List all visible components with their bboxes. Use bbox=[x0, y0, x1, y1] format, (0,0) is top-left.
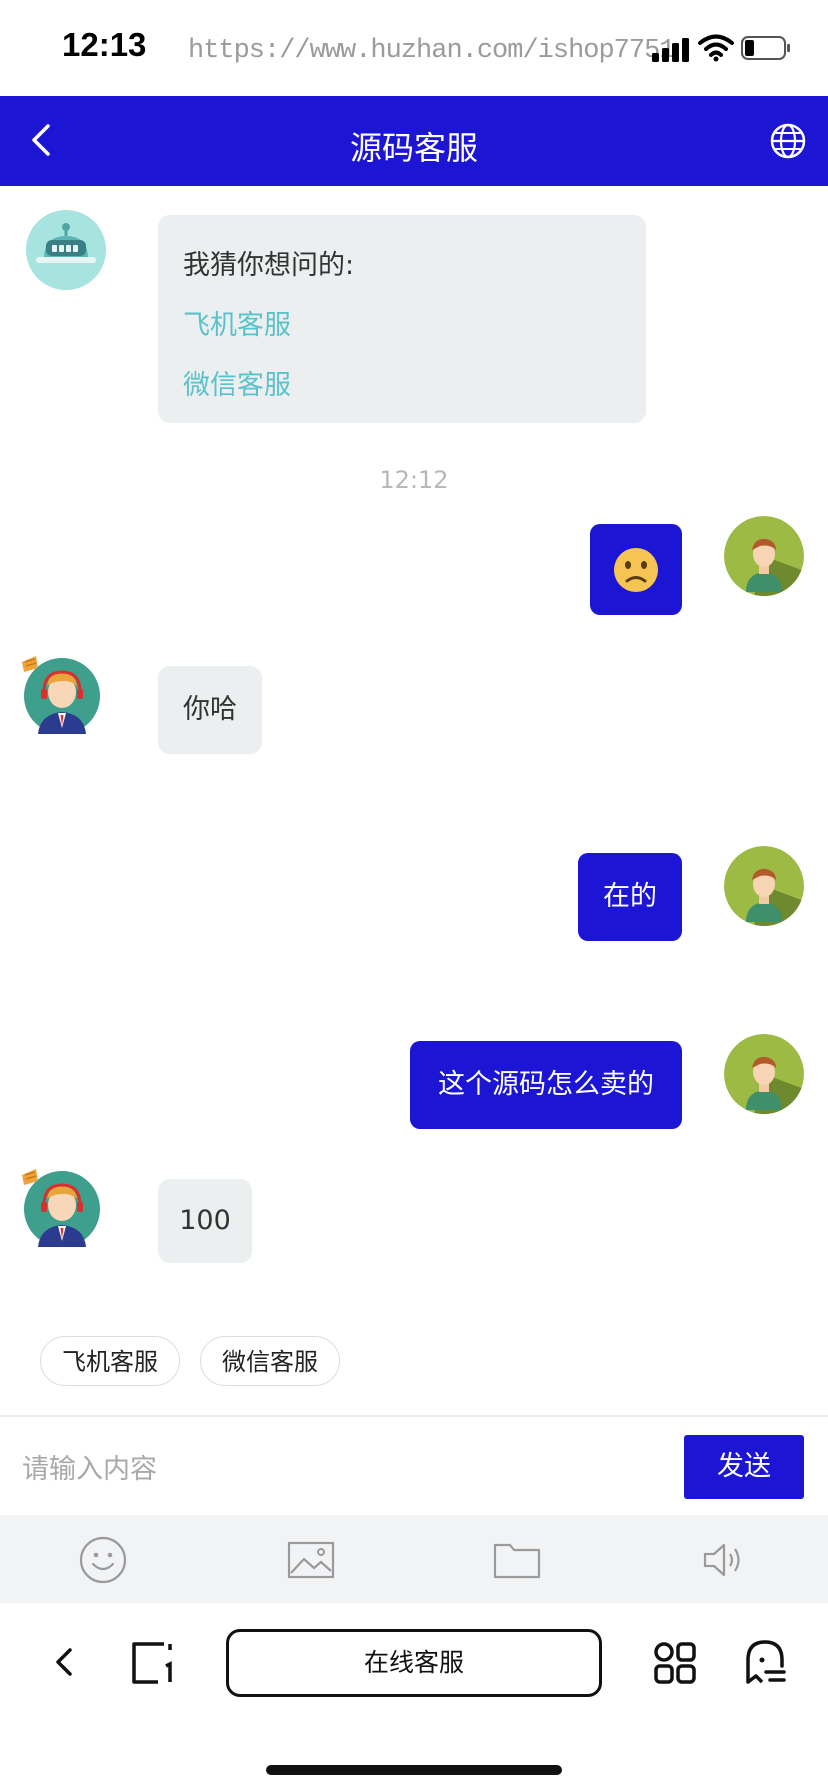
user-message-bubble: 在的 bbox=[578, 853, 682, 941]
grid-apps-icon[interactable] bbox=[652, 1640, 698, 1686]
robot-icon bbox=[26, 210, 106, 290]
user-emoji-bubble: 🙁 bbox=[590, 524, 682, 615]
home-indicator bbox=[266, 1765, 562, 1775]
ghost-icon[interactable] bbox=[742, 1638, 788, 1686]
quick-reply-chip[interactable]: 微信客服 bbox=[200, 1336, 340, 1386]
bot-avatar bbox=[26, 210, 106, 290]
bot-suggestion-bubble: 我猜你想问的: 飞机客服 微信客服 bbox=[158, 215, 646, 423]
speaker-icon[interactable] bbox=[700, 1535, 750, 1585]
sad-face-icon bbox=[614, 548, 658, 592]
image-icon[interactable] bbox=[286, 1535, 336, 1585]
signal-icon bbox=[652, 38, 689, 62]
suggestion-link-wechat[interactable]: 微信客服 bbox=[183, 363, 291, 402]
bot-prompt-text: 我猜你想问的: bbox=[183, 250, 355, 281]
smile-icon[interactable] bbox=[78, 1535, 128, 1585]
user-avatar bbox=[724, 846, 804, 926]
quick-reply-chip[interactable]: 飞机客服 bbox=[40, 1336, 180, 1386]
wifi-icon bbox=[698, 34, 734, 62]
user-avatar bbox=[724, 516, 804, 596]
page-title: 源码客服 bbox=[349, 129, 478, 167]
message-input[interactable] bbox=[20, 1440, 664, 1498]
folder-icon[interactable] bbox=[492, 1535, 542, 1585]
url-watermark: https://www.huzhan.com/ishop7751 bbox=[188, 36, 675, 66]
user-avatar bbox=[724, 1034, 804, 1114]
battery-icon bbox=[741, 36, 790, 60]
agent-avatar bbox=[22, 1169, 102, 1249]
browser-back-icon[interactable] bbox=[48, 1642, 84, 1682]
globe-icon[interactable] bbox=[768, 121, 808, 161]
send-button[interactable]: 发送 bbox=[684, 1435, 804, 1499]
agent-message-bubble: 100 bbox=[158, 1179, 252, 1263]
composer-divider bbox=[0, 1415, 828, 1417]
agent-avatar bbox=[22, 656, 102, 736]
status-time: 12:13 bbox=[62, 26, 147, 63]
browser-address-bar[interactable]: 在线客服 bbox=[226, 1629, 602, 1697]
user-message-bubble: 这个源码怎么卖的 bbox=[410, 1041, 682, 1129]
agent-message-bubble: 你哈 bbox=[158, 666, 262, 754]
message-timestamp: 12:12 bbox=[379, 466, 449, 494]
tabs-icon[interactable] bbox=[130, 1640, 176, 1686]
suggestion-link-plane[interactable]: 飞机客服 bbox=[183, 303, 291, 342]
